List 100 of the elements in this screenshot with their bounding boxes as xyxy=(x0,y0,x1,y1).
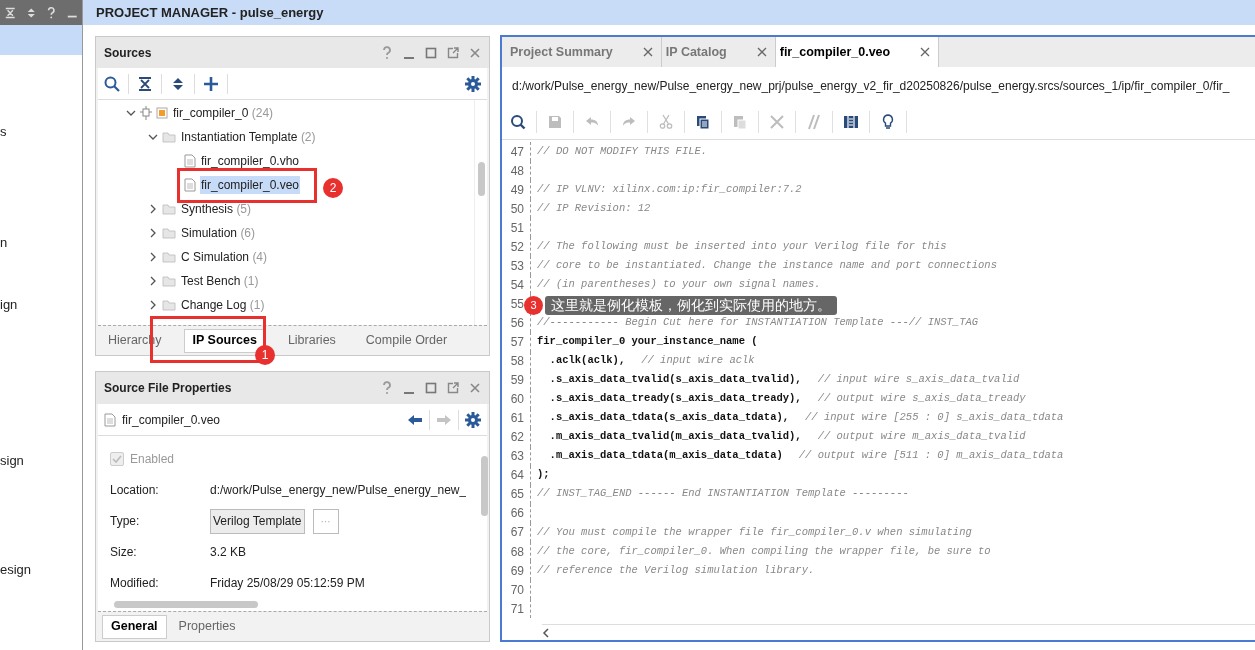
chevron-down-icon[interactable] xyxy=(126,108,136,118)
scrollbar[interactable] xyxy=(98,598,487,611)
file-name: fir_compiler_0.veo xyxy=(122,411,221,429)
close-icon[interactable] xyxy=(469,45,481,60)
help-icon[interactable] xyxy=(381,381,393,395)
code-comment: // core to be instantiated. Change the instance name and port connections xyxy=(537,257,997,273)
bulb-icon[interactable] xyxy=(880,113,896,130)
float-icon[interactable] xyxy=(447,381,459,395)
line-number: 58 xyxy=(509,353,525,371)
chevron-left-icon[interactable] xyxy=(542,627,550,638)
collapse-all-icon[interactable] xyxy=(137,75,153,92)
step-badge: 3 xyxy=(524,296,543,315)
close-icon[interactable] xyxy=(469,381,481,395)
nav-item[interactable]: ign xyxy=(0,297,82,312)
chevron-down-icon[interactable] xyxy=(148,132,158,142)
panel-title: Sources xyxy=(104,44,152,62)
folder-icon xyxy=(162,251,176,263)
float-icon[interactable] xyxy=(447,45,459,60)
nav-item[interactable]: n xyxy=(0,235,82,250)
code-comment: // IP Revision: 12 xyxy=(537,200,651,216)
tree-item[interactable]: Change Log (1) xyxy=(180,296,266,314)
code-comment: // input wire [255 : 0] s_axis_data_tdata xyxy=(805,410,1064,426)
panel-title: Source File Properties xyxy=(104,380,232,397)
line-number: 63 xyxy=(509,448,525,466)
code-comment: //----------- Begin Cut here for INSTANTIATION Template ---// INST_TAG xyxy=(537,315,979,331)
tree-item[interactable]: C Simulation (4) xyxy=(180,248,269,266)
scrollbar[interactable] xyxy=(474,100,487,325)
document-icon xyxy=(184,178,196,192)
tree-item[interactable]: fir_compiler_0 (24) xyxy=(172,104,275,122)
tab[interactable]: Compile Order xyxy=(357,328,456,353)
line-number: 52 xyxy=(509,238,525,256)
code-line: .m_axis_data_tdata(m_axis_data_tdata) xyxy=(548,448,783,464)
window-title: PROJECT MANAGER - pulse_energy xyxy=(96,3,324,22)
line-number: 53 xyxy=(509,257,525,275)
help-icon[interactable] xyxy=(381,45,393,60)
arrow-left-icon[interactable] xyxy=(407,413,423,426)
chevron-right-icon[interactable] xyxy=(148,252,158,262)
close-icon[interactable] xyxy=(642,47,653,57)
code-comment: // input wire aclk xyxy=(641,353,755,369)
chevron-right-icon[interactable] xyxy=(148,204,158,214)
code-line: ); xyxy=(537,467,550,483)
nav-item[interactable]: sign xyxy=(0,453,82,468)
close-icon[interactable] xyxy=(756,47,767,57)
code-comment: // INST_TAG_END ------ End INSTANTIATION Template --------- xyxy=(537,486,909,502)
chevron-right-icon[interactable] xyxy=(148,300,158,310)
search-icon[interactable] xyxy=(510,113,526,130)
search-icon[interactable] xyxy=(104,75,120,92)
tree-item[interactable]: Instantiation Template (2) xyxy=(180,128,317,146)
nav-item[interactable]: esign xyxy=(0,562,82,577)
line-number: 68 xyxy=(509,543,525,561)
line-number: 48 xyxy=(509,162,525,180)
type-button[interactable]: Verilog Template xyxy=(210,508,305,534)
tab[interactable]: fir_compiler_0.veo xyxy=(775,37,940,67)
tab[interactable]: Properties xyxy=(170,614,244,639)
code-comment: // You must compile the wrapper file fir_compiler_0.v when simulating xyxy=(537,524,972,540)
line-number: 64 xyxy=(509,467,525,485)
line-number: 59 xyxy=(509,372,525,390)
collapse-icon[interactable] xyxy=(4,5,17,20)
field-label: Type: xyxy=(110,513,141,530)
tooltip: 这里就是例化模板，例化到实际使用的地方。 xyxy=(545,296,837,315)
line-number: 71 xyxy=(509,600,525,618)
line-number: 57 xyxy=(509,334,525,351)
code-comment: // output wire s_axis_data_tready xyxy=(817,391,1026,407)
folder-icon xyxy=(162,299,176,311)
line-number: 56 xyxy=(509,314,525,332)
chevron-right-icon[interactable] xyxy=(148,276,158,286)
tab[interactable]: General xyxy=(102,614,167,639)
code-line: .s_axis_data_tvalid(s_axis_data_tvalid), xyxy=(548,372,802,388)
tree-item[interactable]: Test Bench (1) xyxy=(180,272,260,290)
tree-item[interactable]: fir_compiler_0.veo xyxy=(200,176,301,194)
help-icon[interactable] xyxy=(45,5,58,20)
tab[interactable]: Project Summary xyxy=(506,37,662,67)
columns-icon[interactable] xyxy=(843,113,859,130)
settings-icon[interactable] xyxy=(465,411,481,428)
settings-icon[interactable] xyxy=(465,75,481,92)
field-label: Size: xyxy=(110,544,138,561)
nav-item[interactable]: s xyxy=(0,124,82,139)
chevron-right-icon[interactable] xyxy=(148,228,158,238)
chip-icon xyxy=(140,106,152,120)
maximize-icon[interactable] xyxy=(425,381,437,395)
scrollbar[interactable] xyxy=(542,624,1255,640)
tree-item[interactable]: Synthesis (5) xyxy=(180,200,253,218)
copy-icon[interactable] xyxy=(695,113,711,130)
line-number: 49 xyxy=(509,181,525,199)
tab[interactable]: Libraries xyxy=(279,328,344,353)
code-line: fir_compiler_0 your_instance_name ( xyxy=(537,334,758,350)
line-number: 55 xyxy=(509,295,525,313)
maximize-icon[interactable] xyxy=(425,45,437,60)
tab[interactable]: IP Catalog xyxy=(661,37,776,67)
folder-icon xyxy=(162,131,176,143)
code-line: .s_axis_data_tdata(s_axis_data_tdata), xyxy=(548,410,790,426)
document-icon xyxy=(184,154,196,168)
add-icon[interactable] xyxy=(203,75,219,92)
close-icon[interactable] xyxy=(920,47,931,57)
code-line: .m_axis_data_tvalid(m_axis_data_tvalid), xyxy=(548,429,802,445)
folder-icon xyxy=(162,275,176,287)
code-line: .aclk(aclk), xyxy=(548,353,626,369)
tree-item[interactable]: Simulation (6) xyxy=(180,224,257,242)
checkbox-label: Enabled xyxy=(130,451,175,468)
tree-item[interactable]: fir_compiler_0.vho xyxy=(200,152,301,170)
